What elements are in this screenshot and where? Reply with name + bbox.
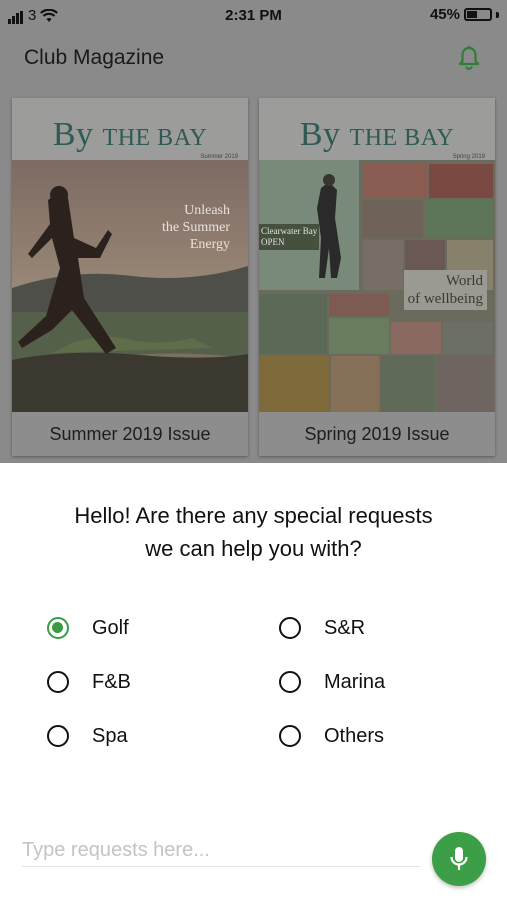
- magazine-caption: Summer 2019 Issue: [12, 412, 248, 456]
- option-others[interactable]: Others: [279, 719, 384, 753]
- option-marina[interactable]: Marina: [279, 665, 385, 699]
- cover-season: Spring 2019: [452, 154, 485, 160]
- option-label: Others: [324, 724, 385, 747]
- question-line-1: Hello! Are there any special requests: [74, 503, 433, 528]
- page-title: Club Magazine: [24, 46, 165, 69]
- microphone-button[interactable]: [432, 832, 486, 886]
- request-sheet: Hello! Are there any special requests we…: [0, 463, 507, 900]
- request-input[interactable]: [22, 834, 420, 867]
- option-spa[interactable]: Spa: [47, 719, 128, 753]
- battery-fill: [467, 11, 477, 18]
- magazine-card-summer[interactable]: By THE BAY Summer 2019 Unleash the Summe…: [12, 98, 248, 456]
- radio-spa[interactable]: [47, 725, 69, 747]
- option-golf[interactable]: Golf: [47, 611, 129, 645]
- option-label: S&R: [324, 616, 366, 639]
- magazine-list: By THE BAY Summer 2019 Unleash the Summe…: [0, 86, 507, 463]
- cover-masthead: By THE BAY Summer 2019: [12, 98, 248, 160]
- battery-icon: [464, 8, 492, 21]
- option-label: F&B: [92, 670, 131, 693]
- cover-title: By THE BAY: [52, 116, 208, 153]
- request-question: Hello! Are there any special requests we…: [30, 499, 477, 565]
- radio-f-and-b[interactable]: [47, 671, 69, 693]
- cover-masthead: By THE BAY Spring 2019: [259, 98, 495, 160]
- magazine-cover: By THE BAY Summer 2019 Unleash the Summe…: [12, 98, 248, 412]
- magazine-caption: Spring 2019 Issue: [259, 412, 495, 456]
- radio-s-and-r[interactable]: [279, 617, 301, 639]
- cover-season: Summer 2019: [200, 154, 238, 160]
- app-bar: Club Magazine: [0, 32, 507, 86]
- microphone-icon: [450, 847, 468, 870]
- option-label: Marina: [324, 670, 386, 693]
- cover-headline: World of wellbeing: [403, 270, 487, 310]
- radio-others[interactable]: [279, 725, 301, 747]
- radio-marina[interactable]: [279, 671, 301, 693]
- option-s-and-r[interactable]: S&R: [279, 611, 365, 645]
- cover-title: By THE BAY: [299, 116, 455, 153]
- option-label: Golf: [92, 616, 129, 639]
- bell-icon[interactable]: [457, 45, 481, 71]
- battery-tip: [496, 11, 499, 18]
- status-right: 45%: [430, 6, 499, 23]
- battery-percent: 45%: [429, 6, 460, 23]
- option-label: Spa: [92, 724, 128, 747]
- cover-sign: Clearwater Bay OPEN: [261, 226, 318, 247]
- magazine-card-spring[interactable]: By THE BAY Spring 2019 Clearwater Bay OP…: [259, 98, 495, 456]
- option-f-and-b[interactable]: F&B: [47, 665, 131, 699]
- magazine-cover: By THE BAY Spring 2019 Clearwater Bay OP…: [259, 98, 495, 412]
- cover-headline: Unleash the Summer Energy: [161, 203, 230, 252]
- status-bar: 3 2:31 PM 45%: [0, 0, 507, 32]
- radio-golf[interactable]: [47, 617, 69, 639]
- question-line-2: we can help you with?: [145, 536, 362, 561]
